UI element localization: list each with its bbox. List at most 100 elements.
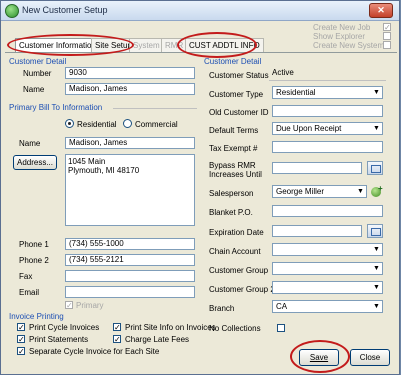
- branch-label: Branch: [209, 304, 235, 313]
- increases-until-label: Increases Until: [209, 170, 262, 179]
- default-terms-select[interactable]: Due Upon Receipt ▼: [272, 122, 383, 135]
- no-collections-label: No Collections: [209, 324, 261, 333]
- customer-type-select[interactable]: Residential ▼: [272, 86, 383, 99]
- old-customer-id-field[interactable]: [272, 105, 383, 117]
- name-label: Name: [23, 85, 45, 94]
- chevron-down-icon[interactable]: ▼: [355, 186, 366, 197]
- customer-group-select[interactable]: ▼: [272, 262, 383, 275]
- blanket-po-label: Blanket P.O.: [209, 208, 253, 217]
- calendar-icon[interactable]: [367, 161, 383, 175]
- residential-radio[interactable]: [65, 119, 74, 128]
- no-collections-checkbox[interactable]: [277, 324, 285, 332]
- bill-to-header: Primary Bill To Information: [9, 103, 103, 112]
- create-new-system-checkbox[interactable]: [383, 41, 391, 49]
- tab-cust-addtl-info[interactable]: CUST ADDTL INFO: [185, 38, 264, 52]
- bill-name-label: Name: [19, 139, 41, 148]
- chevron-down-icon[interactable]: ▼: [371, 87, 382, 98]
- save-button[interactable]: Save: [299, 349, 339, 366]
- number-label: Number: [23, 69, 52, 78]
- commercial-label: Commercial: [135, 120, 178, 129]
- charge-late-fees-checkbox[interactable]: ✓: [113, 335, 121, 344]
- window-close-button[interactable]: ✕: [369, 3, 393, 18]
- close-button-label: Close: [359, 353, 381, 362]
- show-explorer-label[interactable]: Show Explorer: [313, 32, 365, 41]
- name-field[interactable]: Madison, James: [65, 83, 195, 95]
- print-cycle-label: Print Cycle Invoices: [29, 323, 100, 332]
- close-button[interactable]: Close: [350, 349, 390, 366]
- bypass-rmr-date-field[interactable]: [272, 162, 362, 174]
- bypass-rmr-label: Bypass RMR: [209, 161, 256, 170]
- tax-exempt-field[interactable]: [272, 141, 383, 153]
- create-new-job-checkbox[interactable]: ✓: [383, 23, 391, 32]
- tab-rmr[interactable]: RMR: [161, 38, 188, 52]
- phone2-label: Phone 2: [19, 256, 49, 265]
- customer-group-label: Customer Group: [209, 266, 269, 275]
- bill-to-divider: [113, 108, 197, 109]
- customer-type-label: Customer Type: [209, 90, 264, 99]
- customer-group-2-select[interactable]: ▼: [272, 281, 383, 294]
- fax-label: Fax: [19, 272, 33, 281]
- app-icon: [5, 4, 19, 18]
- address-button[interactable]: Address...: [13, 155, 57, 170]
- salesperson-value: George Miller: [276, 187, 325, 196]
- tab-customer-information[interactable]: Customer Information: [15, 38, 100, 52]
- customer-type-value: Residential: [276, 88, 316, 97]
- expiration-date-label: Expiration Date: [209, 228, 264, 237]
- old-customer-id-label: Old Customer ID: [209, 108, 269, 117]
- phone1-field[interactable]: (734) 555-1000: [65, 238, 195, 250]
- print-statements-label: Print Statements: [29, 335, 89, 344]
- email-field[interactable]: [65, 286, 195, 298]
- chain-account-label: Chain Account: [209, 247, 261, 256]
- blanket-po-field[interactable]: [272, 205, 383, 217]
- branch-value: CA: [276, 302, 288, 311]
- separate-cycle-label: Separate Cycle Invoice for Each Site: [29, 347, 160, 356]
- customer-setup-window: New Customer Setup ✕ Create New Job ✓ Sh…: [0, 0, 400, 375]
- create-new-job-label[interactable]: Create New Job: [313, 23, 370, 32]
- salesperson-select[interactable]: George Miller ▼: [272, 185, 367, 198]
- customer-status-label: Customer Status: [209, 71, 269, 80]
- default-terms-value: Due Upon Receipt: [276, 124, 342, 133]
- window-title: New Customer Setup: [22, 5, 108, 15]
- primary-checkbox[interactable]: ✓: [65, 301, 73, 310]
- tab-system[interactable]: System: [129, 38, 164, 52]
- expiration-date-field[interactable]: [272, 225, 362, 237]
- chevron-down-icon[interactable]: ▼: [371, 301, 382, 312]
- chain-account-select[interactable]: ▼: [272, 243, 383, 256]
- title-bar: New Customer Setup ✕: [1, 1, 399, 21]
- save-button-label: Save: [309, 353, 329, 362]
- fax-field[interactable]: [65, 270, 195, 282]
- charge-late-fees-label: Charge Late Fees: [125, 335, 190, 344]
- commercial-radio[interactable]: [123, 119, 132, 128]
- customer-group-2-label: Customer Group 2: [209, 285, 275, 294]
- invoice-printing-header: Invoice Printing: [9, 312, 64, 321]
- chevron-down-icon[interactable]: ▼: [371, 244, 382, 255]
- number-field[interactable]: 9030: [65, 67, 195, 79]
- address-line-1: 1045 Main: [68, 157, 106, 166]
- primary-label: Primary: [76, 301, 104, 310]
- address-box[interactable]: 1045 Main Plymouth, MI 48170: [65, 154, 195, 226]
- email-label: Email: [19, 288, 40, 297]
- chevron-down-icon[interactable]: ▼: [371, 282, 382, 293]
- salesperson-label: Salesperson: [209, 189, 254, 198]
- residential-label: Residential: [77, 120, 117, 129]
- tab-strip-divider: [5, 52, 397, 53]
- customer-status-value: Active: [269, 68, 386, 81]
- add-salesperson-icon[interactable]: +: [370, 184, 384, 198]
- default-terms-label: Default Terms: [209, 126, 259, 135]
- print-cycle-checkbox[interactable]: ✓: [17, 323, 25, 332]
- chevron-down-icon[interactable]: ▼: [371, 263, 382, 274]
- print-statements-checkbox[interactable]: ✓: [17, 335, 25, 344]
- tax-exempt-label: Tax Exempt #: [209, 144, 258, 153]
- create-new-system-label[interactable]: Create New System: [313, 41, 384, 50]
- print-site-info-checkbox[interactable]: ✓: [113, 323, 121, 332]
- bill-name-field[interactable]: Madison, James: [65, 137, 195, 149]
- separate-cycle-checkbox[interactable]: ✓: [17, 347, 25, 356]
- phone2-field[interactable]: (734) 555-2121: [65, 254, 195, 266]
- calendar-icon[interactable]: [367, 224, 383, 238]
- print-site-info-label: Print Site Info on Invoices: [125, 323, 216, 332]
- show-explorer-checkbox[interactable]: [383, 32, 391, 40]
- phone1-label: Phone 1: [19, 240, 49, 249]
- branch-select[interactable]: CA ▼: [272, 300, 383, 313]
- chevron-down-icon[interactable]: ▼: [371, 123, 382, 134]
- address-line-2: Plymouth, MI 48170: [68, 166, 140, 175]
